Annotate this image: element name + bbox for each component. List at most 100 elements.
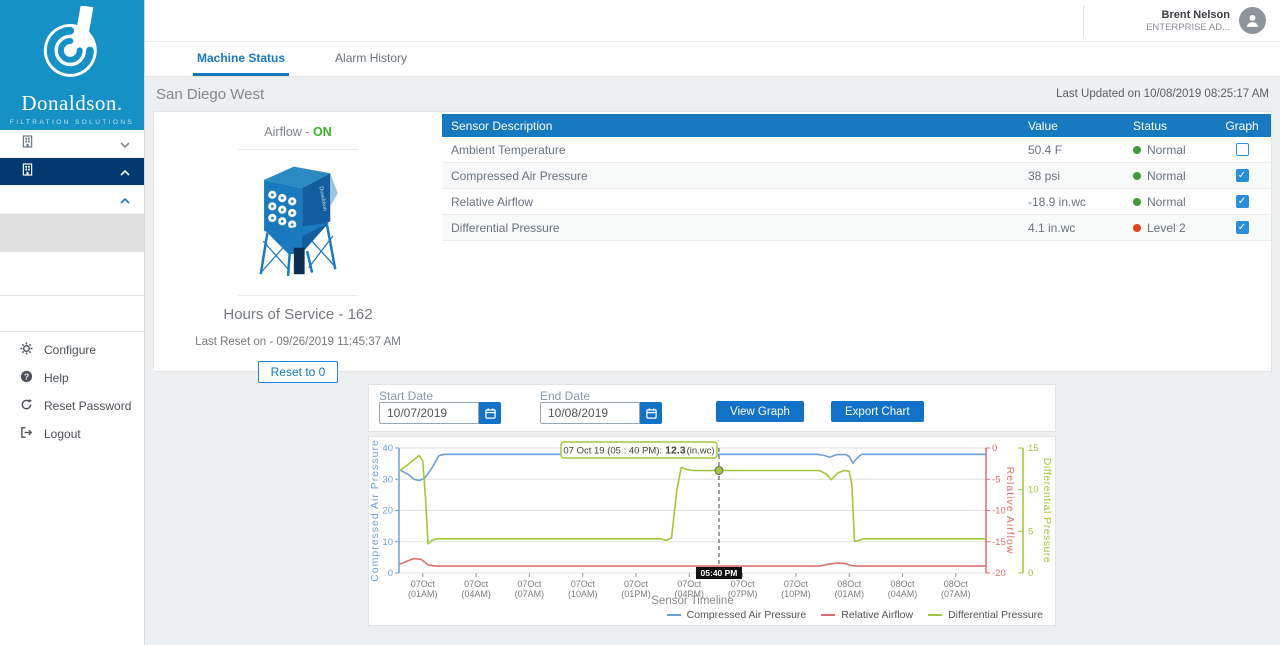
sensor-table-header: Sensor Description Value Status Graph — [442, 114, 1271, 137]
legend-item[interactable]: Differential Pressure — [928, 609, 1043, 621]
gear-icon — [20, 342, 33, 358]
user-info: Brent Nelson ENTERPRISE AD... — [1146, 9, 1230, 33]
end-date-calendar-button[interactable] — [640, 402, 662, 424]
graph-checkbox[interactable]: ✓ — [1236, 169, 1249, 182]
sidebar-item-site[interactable] — [0, 158, 144, 186]
avatar[interactable] — [1239, 7, 1266, 34]
sensor-value: 38 psi — [1028, 169, 1133, 183]
sensor-chart[interactable]: 0102030400-5-10-15-20151050Compressed Ai… — [369, 437, 1055, 632]
svg-text:07Oct(01AM): 07Oct(01AM) — [408, 579, 438, 599]
column-status: Status — [1133, 119, 1213, 133]
chevron-up-icon — [120, 191, 130, 209]
legend-item[interactable]: Compressed Air Pressure — [667, 609, 807, 621]
calendar-icon — [646, 408, 657, 419]
sidebar-footer: Configure?HelpReset PasswordLogout — [0, 336, 144, 448]
sensor-status: Level 2 — [1133, 221, 1213, 235]
status-dot — [1133, 198, 1141, 206]
graph-controls-panel: Start Date End Date View Graph Export Ch… — [368, 384, 1056, 432]
svg-text:-5: -5 — [992, 474, 1000, 485]
sidebar-item-help[interactable]: ?Help — [0, 364, 144, 392]
sensor-chart-panel: 0102030400-5-10-15-20151050Compressed Ai… — [368, 436, 1056, 626]
svg-text:07Oct(10PM): 07Oct(10PM) — [781, 579, 811, 599]
start-date-input[interactable] — [379, 402, 479, 424]
sidebar-divider — [0, 331, 144, 332]
svg-text:07Oct(10AM): 07Oct(10AM) — [568, 579, 598, 599]
end-date-label: End Date — [540, 389, 590, 403]
column-graph: Graph — [1213, 119, 1271, 133]
svg-text:-20: -20 — [992, 568, 1006, 579]
view-graph-button[interactable]: View Graph — [716, 401, 804, 422]
graph-checkbox[interactable] — [1236, 143, 1249, 156]
svg-text:5: 5 — [1028, 526, 1033, 537]
export-chart-button[interactable]: Export Chart — [831, 401, 924, 422]
sidebar-item-logout[interactable]: Logout — [0, 420, 144, 448]
sensor-status: Normal — [1133, 195, 1213, 209]
svg-text:30: 30 — [382, 474, 393, 485]
machine-status-panel: Airflow - ON — [153, 111, 1272, 372]
app-window: Donaldson. FILTRATION SOLUTIONS — [0, 0, 1280, 645]
sensor-description: Relative Airflow — [442, 195, 1028, 209]
brand-logo: Donaldson. FILTRATION SOLUTIONS — [0, 0, 144, 130]
sidebar-item-reset-password[interactable]: Reset Password — [0, 392, 144, 420]
sensor-value: -18.9 in.wc — [1028, 195, 1133, 209]
building-icon — [22, 163, 33, 181]
legend-swatch — [928, 614, 942, 617]
airflow-state: ON — [313, 125, 332, 139]
sidebar-selected-machine[interactable] — [0, 214, 144, 252]
svg-text:05:40 PM: 05:40 PM — [701, 568, 738, 578]
table-row: Relative Airflow-18.9 in.wcNormal ✓ — [442, 189, 1271, 215]
svg-text:08Oct(04AM): 08Oct(04AM) — [888, 579, 918, 599]
tab-machine-status[interactable]: Machine Status — [193, 42, 289, 76]
svg-text:07Oct(07AM): 07Oct(07AM) — [515, 579, 545, 599]
sidebar-item-company[interactable] — [0, 130, 144, 158]
donaldson-logo-mark — [29, 6, 115, 88]
start-date-calendar-button[interactable] — [479, 402, 501, 424]
page-content: San Diego West Last Updated on 10/08/201… — [145, 77, 1280, 645]
svg-text:08Oct(01AM): 08Oct(01AM) — [834, 579, 864, 599]
sensor-description: Differential Pressure — [442, 221, 1028, 235]
svg-text:0: 0 — [1028, 568, 1033, 579]
column-value: Value — [1028, 119, 1133, 133]
divider — [238, 149, 358, 150]
building-icon — [22, 135, 33, 153]
machine-summary: Airflow - ON — [154, 112, 442, 371]
sidebar-item-machine-group[interactable] — [0, 186, 144, 214]
sensor-table-body: Ambient Temperature50.4 FNormalCompresse… — [442, 137, 1271, 241]
svg-text:10: 10 — [1028, 485, 1039, 496]
svg-text:07 Oct 19 (05 : 40 PM):12.3(in: 07 Oct 19 (05 : 40 PM):12.3(in.wc) — [563, 445, 714, 457]
page-head: San Diego West Last Updated on 10/08/201… — [153, 77, 1272, 111]
sidebar-divider — [0, 295, 144, 296]
column-sensor-description: Sensor Description — [442, 119, 1028, 133]
sidebar-item-configure[interactable]: Configure — [0, 336, 144, 364]
end-date-input[interactable] — [540, 402, 640, 424]
chevron-down-icon — [120, 135, 130, 153]
chevron-up-icon — [120, 163, 130, 181]
airflow-label: Airflow - — [264, 125, 309, 139]
brand-name: Donaldson. — [0, 91, 144, 116]
dust-collector-image: Donaldson — [245, 160, 351, 280]
start-date-label: Start Date — [379, 389, 433, 403]
svg-text:20: 20 — [382, 506, 393, 517]
sensor-value: 50.4 F — [1028, 143, 1133, 157]
tab-alarm-history[interactable]: Alarm History — [331, 42, 411, 76]
legend-item[interactable]: Relative Airflow — [821, 609, 913, 621]
graph-checkbox[interactable]: ✓ — [1236, 195, 1249, 208]
last-updated: Last Updated on 10/08/2019 08:25:17 AM — [1056, 88, 1269, 100]
svg-text:08Oct(07AM): 08Oct(07AM) — [941, 579, 971, 599]
sensor-table: Sensor Description Value Status Graph Am… — [442, 112, 1271, 371]
legend-swatch — [821, 614, 835, 617]
reset-to-zero-button[interactable]: Reset to 0 — [258, 361, 339, 383]
user-name: Brent Nelson — [1146, 9, 1230, 21]
status-dot — [1133, 224, 1141, 232]
legend-swatch — [667, 614, 681, 617]
status-dot — [1133, 172, 1141, 180]
svg-text:10: 10 — [382, 537, 393, 548]
brand-tagline: FILTRATION SOLUTIONS — [0, 119, 144, 126]
sensor-description: Ambient Temperature — [442, 143, 1028, 157]
status-dot — [1133, 146, 1141, 154]
graph-checkbox[interactable]: ✓ — [1236, 221, 1249, 234]
svg-text:Sensor Timeline: Sensor Timeline — [651, 595, 733, 607]
help-icon: ? — [20, 370, 33, 386]
svg-text:-15: -15 — [992, 537, 1006, 548]
airflow-status: Airflow - ON — [154, 125, 442, 139]
